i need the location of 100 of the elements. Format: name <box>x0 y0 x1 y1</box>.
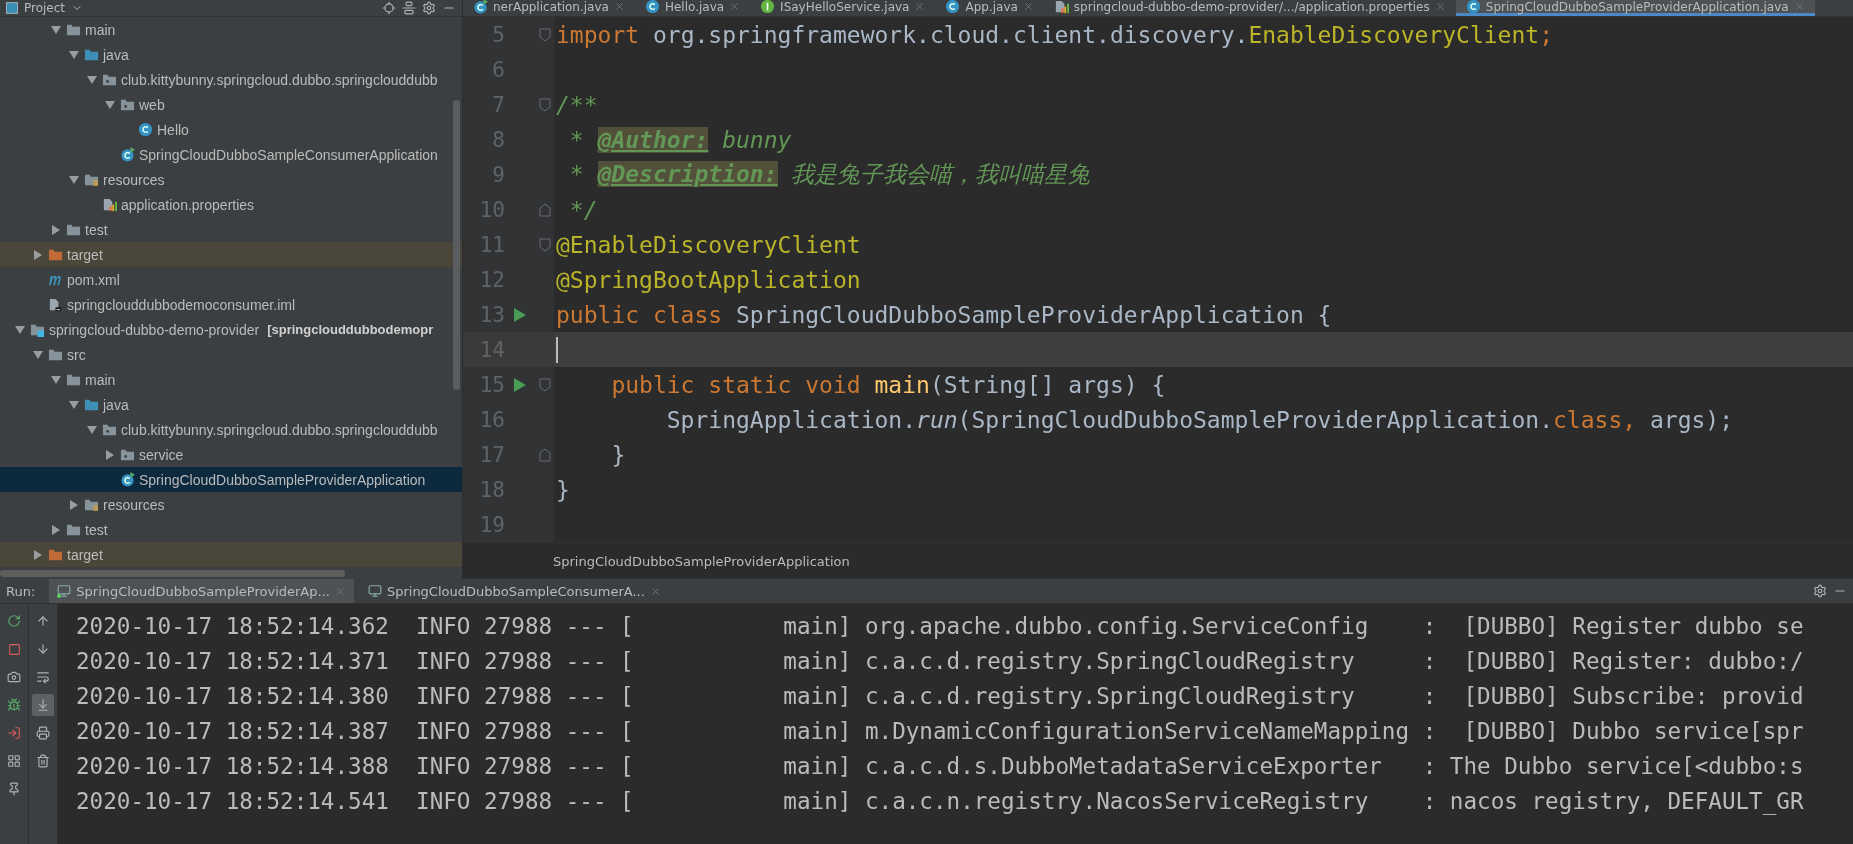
resources-folder-icon <box>84 172 99 187</box>
tree-item-label: club.kittybunny.springcloud.dubbo.springclouddubb <box>121 71 438 88</box>
scrollbar-thumb[interactable] <box>453 100 460 390</box>
editor-tab[interactable]: ISayHelloService.java <box>750 0 936 16</box>
tree-item-label: SpringCloudDubboSampleProviderApplication <box>139 471 426 488</box>
editor-tab[interactable]: nerApplication.java <box>463 0 635 16</box>
tree-item[interactable]: web <box>0 92 462 117</box>
tree-item[interactable]: club.kittybunny.springcloud.dubbo.springclouddubb <box>0 67 462 92</box>
run-icon[interactable] <box>514 377 526 392</box>
class-icon <box>644 0 660 14</box>
tree-item[interactable]: test <box>0 517 462 542</box>
tab-label: ISayHelloService.java <box>780 0 910 14</box>
tree-item[interactable]: service <box>0 442 462 467</box>
log-line: 2020-10-17 18:52:14.380 INFO 27988 --- [ main] c.a.c.d.registry.SpringCloudRegistry : [DUBBO] Subscribe: provid <box>76 681 1805 711</box>
close-icon <box>334 585 346 597</box>
collapsed-arrow-icon[interactable] <box>33 549 43 560</box>
log-line: 2020-10-17 18:52:14.387 INFO 27988 --- [ main] m.DynamicConfigurationServiceNameMapping : [DUBBO] Dubbo service[spr <box>76 716 1805 746</box>
project-icon <box>6 2 18 14</box>
code-line: } <box>555 476 570 503</box>
tree-item[interactable]: pom.xml <box>0 267 462 292</box>
collapsed-arrow-icon[interactable] <box>105 449 115 460</box>
editor-tab[interactable]: springcloud-dubbo-demo-provider/.../application.properties <box>1043 0 1456 16</box>
folder-icon <box>48 547 63 562</box>
collapsed-arrow-icon[interactable] <box>69 499 79 510</box>
folder-icon <box>66 222 81 237</box>
expanded-arrow-icon[interactable] <box>69 174 79 185</box>
tree-item[interactable]: Hello <box>0 117 462 142</box>
tree-item[interactable]: springcloud-dubbo-demo-provider [springclouddubbodemopr <box>0 317 462 342</box>
tree-item[interactable]: main <box>0 367 462 392</box>
package-folder-icon <box>102 422 117 437</box>
expanded-arrow-icon[interactable] <box>69 49 79 60</box>
run-tab[interactable]: SpringCloudDubboSampleProviderAp... <box>49 579 354 603</box>
close-icon <box>1022 1 1034 12</box>
scroll-to-end-button[interactable] <box>32 694 54 716</box>
tree-item[interactable]: test <box>0 217 462 242</box>
stop-icon <box>7 642 21 656</box>
run-tab[interactable]: SpringCloudDubboSampleConsumerA... <box>359 579 669 603</box>
collapsed-arrow-icon[interactable] <box>51 524 61 535</box>
tab-label: nerApplication.java <box>493 0 609 14</box>
tree-item-label: test <box>85 521 108 538</box>
package-folder-icon <box>120 97 135 112</box>
code-line: @EnableDiscoveryClient <box>555 231 861 258</box>
collapsed-arrow-icon[interactable] <box>33 249 43 260</box>
tree-item[interactable]: springclouddubbodemoconsumer.iml <box>0 292 462 317</box>
fold-marker-icon[interactable] <box>538 27 551 42</box>
tab-label: SpringCloudDubboSampleProviderApplication.java <box>1485 0 1789 14</box>
console-icon <box>367 584 382 598</box>
expanded-arrow-icon[interactable] <box>69 399 79 410</box>
run-icon[interactable] <box>514 307 526 322</box>
scrollbar-thumb[interactable] <box>0 570 345 577</box>
collapsed-arrow-icon[interactable] <box>51 224 61 235</box>
down-arrow-icon <box>36 642 50 656</box>
code-line: * @Description: 我是兔子我会喵，我叫喵星兔 <box>568 160 1091 189</box>
tree-item[interactable]: src <box>0 342 462 367</box>
expanded-arrow-icon[interactable] <box>51 24 61 35</box>
tree-item[interactable]: SpringCloudDubboSampleConsumerApplication <box>0 142 462 167</box>
run-label: Run: <box>6 583 36 599</box>
properties-file-icon <box>102 197 117 212</box>
tree-item[interactable]: resources <box>0 167 462 192</box>
fold-marker-icon[interactable] <box>538 202 551 217</box>
fold-marker-icon[interactable] <box>538 237 551 252</box>
tree-item-label: club.kittybunny.springcloud.dubbo.springclouddubb <box>121 421 438 438</box>
tree-item[interactable]: club.kittybunny.springcloud.dubbo.springclouddubb <box>0 417 462 442</box>
tree-item-label: service <box>139 446 184 463</box>
tree-item-label: test <box>85 221 108 238</box>
expanded-arrow-icon[interactable] <box>33 349 43 360</box>
breadcrumb[interactable]: SpringCloudDubboSampleProviderApplication <box>553 553 850 569</box>
class-icon <box>945 0 961 14</box>
class-icon <box>138 122 153 137</box>
tree-item-label: target <box>67 246 103 263</box>
expanded-arrow-icon[interactable] <box>51 374 61 385</box>
properties-file-icon <box>1053 0 1069 14</box>
tree-item[interactable]: resources <box>0 492 462 517</box>
editor-tab[interactable]: SpringCloudDubboSampleProviderApplication.java <box>1455 0 1815 16</box>
code-line: @SpringBootApplication <box>555 266 861 293</box>
close-icon <box>1793 1 1805 12</box>
tree-item[interactable]: SpringCloudDubboSampleProviderApplication <box>0 467 462 492</box>
tree-item[interactable]: target <box>0 242 462 267</box>
wrap-icon <box>36 670 50 684</box>
folder-icon <box>84 47 99 62</box>
resources-folder-icon <box>84 497 99 512</box>
expanded-arrow-icon[interactable] <box>87 74 97 85</box>
tree-item[interactable]: java <box>0 392 462 417</box>
console-icon <box>57 584 72 598</box>
panel-title[interactable]: Project <box>24 1 66 15</box>
expanded-arrow-icon[interactable] <box>87 424 97 435</box>
fold-marker-icon[interactable] <box>538 447 551 462</box>
editor-tab[interactable]: Hello.java <box>634 0 751 16</box>
expanded-arrow-icon[interactable] <box>15 324 25 335</box>
editor-tab[interactable]: App.java <box>935 0 1044 16</box>
tree-item[interactable]: main <box>0 17 462 42</box>
layout-icon <box>7 754 21 768</box>
tree-item[interactable]: target <box>0 542 462 567</box>
fold-marker-icon[interactable] <box>538 377 551 392</box>
expanded-arrow-icon[interactable] <box>105 99 115 110</box>
tree-item[interactable]: java <box>0 42 462 67</box>
tab-label: App.java <box>965 0 1018 14</box>
code-line: * @Author: bunny <box>568 126 792 153</box>
fold-marker-icon[interactable] <box>538 97 551 112</box>
tree-item[interactable]: application.properties <box>0 192 462 217</box>
